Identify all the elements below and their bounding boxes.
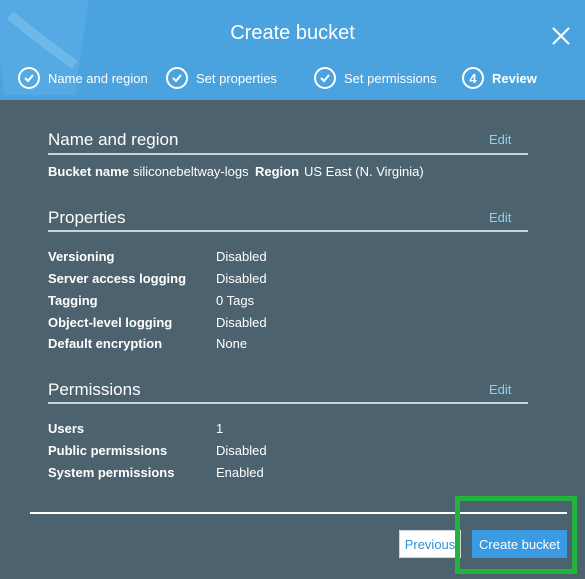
previous-button[interactable]: Previous bbox=[399, 530, 461, 558]
checkmark-icon bbox=[314, 67, 336, 89]
tagging-label: Tagging bbox=[48, 293, 98, 308]
dialog-title: Create bucket bbox=[230, 22, 355, 44]
checkmark-icon bbox=[166, 67, 188, 89]
dialog-header: Create bucket Name and region Set proper… bbox=[0, 0, 585, 100]
region-value: US East (N. Virginia) bbox=[304, 164, 424, 179]
step-label: Name and region bbox=[48, 70, 148, 86]
server-access-logging-value: Disabled bbox=[216, 271, 267, 286]
system-permissions-value: Enabled bbox=[216, 465, 264, 480]
object-level-logging-value: Disabled bbox=[216, 315, 267, 330]
section-title-name-and-region: Name and region bbox=[48, 130, 179, 149]
checkmark-icon bbox=[18, 67, 40, 89]
close-icon[interactable] bbox=[551, 26, 571, 46]
bucket-name-label: Bucket name bbox=[48, 164, 129, 179]
edit-permissions-link[interactable]: Edit bbox=[489, 382, 511, 397]
step-set-properties[interactable]: Set properties bbox=[166, 66, 277, 90]
step-label: Set permissions bbox=[344, 70, 437, 86]
system-permissions-label: System permissions bbox=[48, 465, 175, 480]
default-encryption-value: None bbox=[216, 336, 248, 351]
public-permissions-label: Public permissions bbox=[48, 443, 168, 458]
step-review[interactable]: 4 Review bbox=[462, 66, 537, 90]
versioning-value: Disabled bbox=[216, 249, 267, 264]
region-label: Region bbox=[255, 164, 300, 179]
step-number: 4 bbox=[462, 67, 484, 89]
default-encryption-label: Default encryption bbox=[48, 336, 163, 351]
step-set-permissions[interactable]: Set permissions bbox=[314, 66, 436, 90]
step-label: Set properties bbox=[196, 70, 277, 86]
section-title-properties: Properties bbox=[48, 208, 126, 227]
divider bbox=[48, 153, 528, 155]
footer-divider bbox=[30, 512, 567, 514]
create-bucket-button[interactable]: Create bucket bbox=[472, 530, 567, 558]
tagging-value: 0 Tags bbox=[216, 293, 255, 308]
server-access-logging-label: Server access logging bbox=[48, 271, 187, 286]
edit-name-and-region-link[interactable]: Edit bbox=[489, 132, 511, 147]
object-level-logging-label: Object-level logging bbox=[48, 315, 173, 330]
divider bbox=[48, 402, 528, 404]
users-label: Users bbox=[48, 421, 85, 436]
divider bbox=[48, 230, 528, 232]
versioning-label: Versioning bbox=[48, 249, 115, 264]
section-title-permissions: Permissions bbox=[48, 380, 141, 399]
users-value: 1 bbox=[216, 421, 224, 436]
step-name-and-region[interactable]: Name and region bbox=[18, 66, 148, 90]
step-label: Review bbox=[492, 70, 537, 86]
public-permissions-value: Disabled bbox=[216, 443, 267, 458]
bucket-name-value: siliconebeltway-logs bbox=[133, 164, 249, 179]
edit-properties-link[interactable]: Edit bbox=[489, 210, 511, 225]
